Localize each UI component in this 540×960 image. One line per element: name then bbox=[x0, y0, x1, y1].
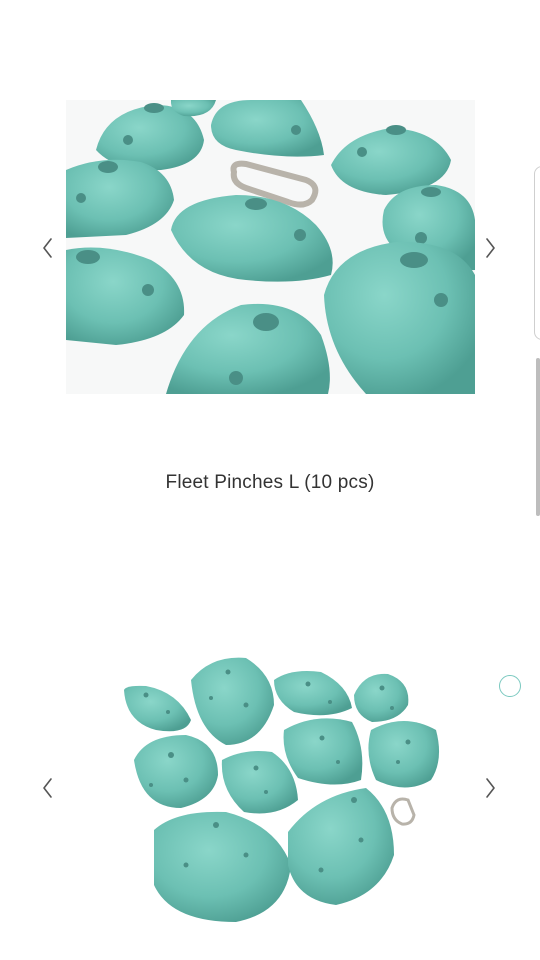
carousel-next-button[interactable] bbox=[478, 232, 502, 264]
product-image-holds-closeup[interactable] bbox=[66, 100, 475, 394]
product-gallery-page: Fleet Pinches L (10 pcs) bbox=[0, 0, 540, 960]
chevron-right-icon bbox=[486, 778, 495, 798]
scrollbar-thumb[interactable] bbox=[536, 358, 540, 516]
chevron-left-icon bbox=[43, 778, 52, 798]
product-title[interactable]: Fleet Pinches L (10 pcs) bbox=[0, 472, 540, 494]
chevron-right-icon bbox=[486, 238, 495, 258]
climbing-holds-photo bbox=[66, 100, 475, 394]
floating-circle-button[interactable] bbox=[499, 675, 521, 697]
carousel-prev-button[interactable] bbox=[36, 232, 60, 264]
climbing-holds-set-photo bbox=[116, 650, 446, 925]
carousel-prev-button[interactable] bbox=[36, 772, 60, 804]
chevron-left-icon bbox=[43, 238, 52, 258]
product-image-holds-set[interactable] bbox=[116, 650, 446, 925]
edge-panel-handle[interactable] bbox=[534, 166, 540, 340]
carousel-next-button[interactable] bbox=[478, 772, 502, 804]
